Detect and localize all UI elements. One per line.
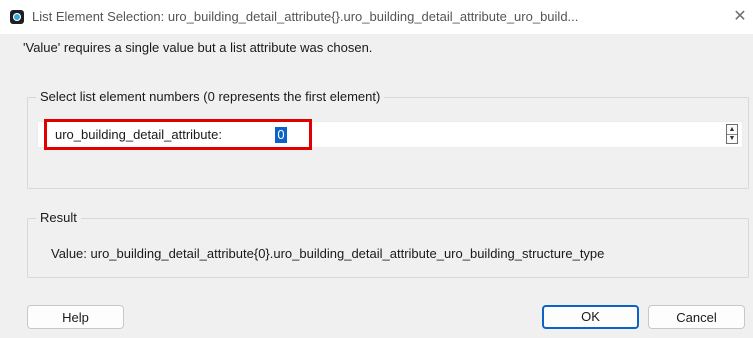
result-value: Value: uro_building_detail_attribute{0}.… bbox=[51, 246, 605, 261]
result-group: Result Value: uro_building_detail_attrib… bbox=[27, 210, 749, 278]
list-element-row: uro_building_detail_attribute: 0 ▲ ▼ bbox=[37, 119, 743, 150]
attribute-field-label: uro_building_detail_attribute: bbox=[55, 127, 222, 142]
result-group-label: Result bbox=[36, 210, 81, 225]
ok-button[interactable]: OK bbox=[542, 305, 639, 329]
window-title: List Element Selection: uro_building_det… bbox=[32, 9, 579, 24]
select-list-group-label: Select list element numbers (0 represent… bbox=[36, 89, 385, 104]
warning-message: 'Value' requires a single value but a li… bbox=[23, 40, 373, 55]
help-button[interactable]: Help bbox=[27, 305, 124, 329]
element-number-spinner[interactable]: ▲ ▼ bbox=[726, 124, 738, 144]
spin-down-icon[interactable]: ▼ bbox=[727, 134, 737, 143]
element-number-input[interactable]: 0 bbox=[275, 127, 287, 143]
title-bar: List Element Selection: uro_building_det… bbox=[0, 0, 753, 34]
cancel-button[interactable]: Cancel bbox=[648, 305, 745, 329]
close-icon[interactable]: ✕ bbox=[731, 6, 749, 26]
select-list-group: Select list element numbers (0 represent… bbox=[27, 89, 749, 189]
app-icon bbox=[10, 10, 24, 24]
